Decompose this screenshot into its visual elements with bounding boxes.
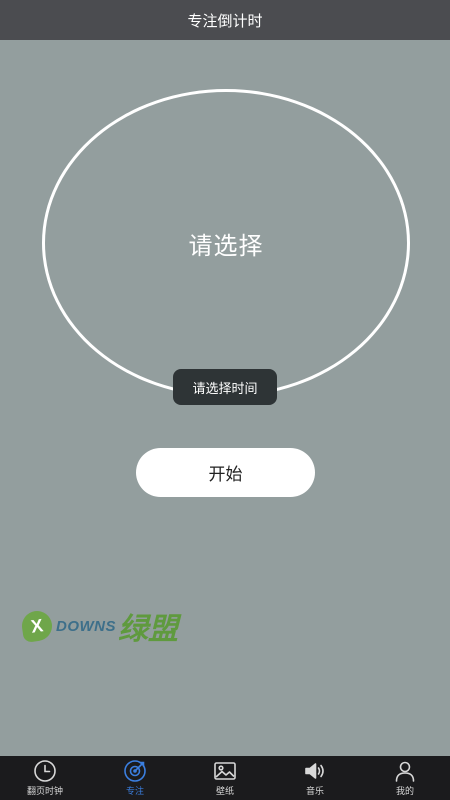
watermark-badge: X [20, 609, 54, 643]
start-button[interactable]: 开始 [136, 448, 315, 497]
tab-label: 我的 [395, 787, 414, 797]
clock-icon [33, 759, 57, 783]
person-icon [393, 759, 417, 783]
tab-label: 壁纸 [215, 787, 234, 797]
tab-music[interactable]: 音乐 [270, 756, 360, 800]
tab-flip-clock[interactable]: 翻页时钟 [0, 756, 90, 800]
toast-message: 请选择时间 [173, 369, 277, 405]
watermark-brand-cn: 绿盟 [118, 612, 178, 647]
tab-label: 音乐 [305, 787, 324, 797]
tab-mine[interactable]: 我的 [360, 756, 450, 800]
image-icon [213, 759, 237, 783]
tab-label: 翻页时钟 [26, 787, 63, 797]
bottom-tab-bar: 翻页时钟 专注 壁纸 音乐 我的 [0, 756, 450, 800]
tab-wallpaper[interactable]: 壁纸 [180, 756, 270, 800]
title-bar: 专注倒计时 [0, 0, 450, 40]
watermark-logo: X DOWNS 绿盟 [20, 606, 222, 647]
tab-focus[interactable]: 专注 [90, 756, 180, 800]
page-title: 专注倒计时 [187, 11, 263, 30]
watermark-brand: DOWNS [56, 617, 116, 635]
timer-label: 请选择 [188, 231, 264, 260]
speaker-icon [303, 759, 327, 783]
tab-label: 专注 [125, 787, 144, 797]
toast-text: 请选择时间 [192, 381, 258, 397]
focus-target-icon [123, 759, 147, 783]
timer-ring[interactable]: 请选择 [42, 89, 410, 397]
focus-countdown-screen: 请选择 请选择时间 开始 X DOWNS 绿盟 [0, 40, 450, 756]
